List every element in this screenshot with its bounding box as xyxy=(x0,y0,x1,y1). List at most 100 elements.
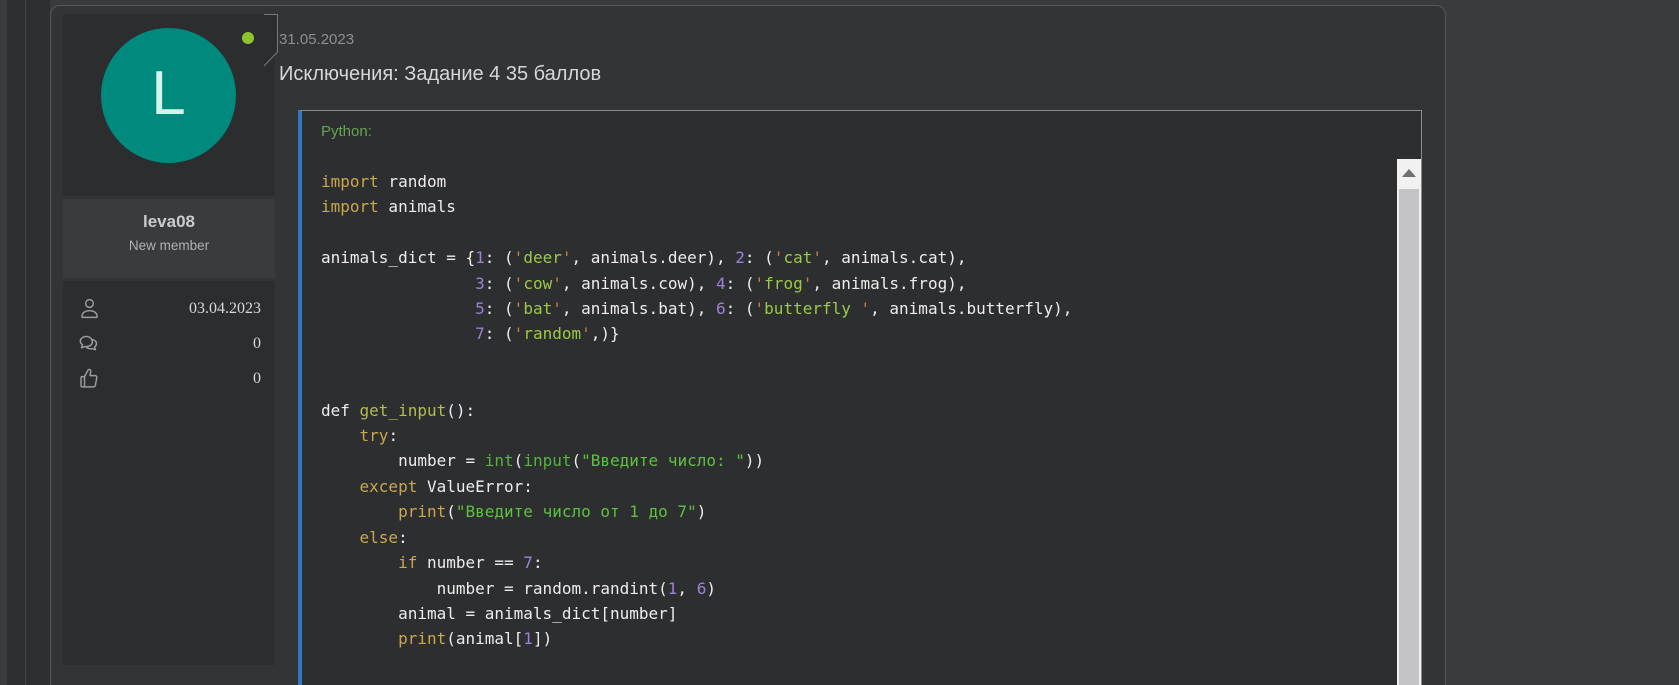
code-token: deer xyxy=(523,248,562,267)
code-token: except xyxy=(360,477,418,496)
code-line: print(animal[1]) xyxy=(321,626,1396,651)
code-token: ' xyxy=(581,324,591,343)
code-token: import xyxy=(321,197,379,216)
code-token: butterfly xyxy=(764,299,860,318)
scrollbar-up-button[interactable] xyxy=(1397,159,1421,187)
code-token xyxy=(321,629,398,648)
code-token xyxy=(321,299,475,318)
code-token: print xyxy=(398,502,446,521)
code-token: ) xyxy=(706,579,716,598)
code-token xyxy=(321,274,475,293)
code-token: 7 xyxy=(475,324,485,343)
user-sidebar: L leva08 New member 03.04.2023 0 xyxy=(63,14,275,665)
code-token xyxy=(321,426,360,445)
messages-count-row: 0 xyxy=(77,326,261,361)
code-token: , animals.cow), xyxy=(562,274,716,293)
code-token: , animals.deer), xyxy=(571,248,735,267)
code-token: 6 xyxy=(716,299,726,318)
code-token: cat xyxy=(783,248,812,267)
code-token: ( xyxy=(514,451,524,470)
code-token: 3 xyxy=(475,274,485,293)
code-token xyxy=(321,324,475,343)
code-token: get_input xyxy=(360,401,447,420)
code-token: : xyxy=(388,426,398,445)
code-token: 1 xyxy=(523,629,533,648)
code-token: ' xyxy=(514,274,524,293)
code-token: ' xyxy=(812,248,822,267)
user-stats-block: 03.04.2023 0 0 xyxy=(63,281,275,665)
code-token: : ( xyxy=(485,274,514,293)
code-token: ' xyxy=(861,299,871,318)
code-line xyxy=(321,347,1396,372)
code-token: : ( xyxy=(745,248,774,267)
code-scroll-area: import randomimport animals animals_dict… xyxy=(302,159,1396,685)
code-token: animal = animals_dict[number] xyxy=(321,604,677,623)
code-language-label: Python: xyxy=(321,123,1421,140)
likes-icon xyxy=(77,366,102,391)
code-token: ' xyxy=(552,274,562,293)
code-line: print("Введите число от 1 до 7") xyxy=(321,499,1396,524)
code-line: animals_dict = {1: ('deer', animals.deer… xyxy=(321,245,1396,270)
likes-count-value: 0 xyxy=(253,370,261,388)
code-token: frog xyxy=(764,274,803,293)
code-token xyxy=(321,502,398,521)
code-token: random xyxy=(523,324,581,343)
code-scrollbar[interactable] xyxy=(1397,159,1421,685)
code-token: 1 xyxy=(475,248,485,267)
code-token: int xyxy=(485,451,514,470)
code-token: : ( xyxy=(485,248,514,267)
code-token: input xyxy=(523,451,571,470)
scrollbar-thumb[interactable] xyxy=(1399,189,1419,685)
code-token: random xyxy=(379,172,446,191)
messages-count-value: 0 xyxy=(253,335,261,353)
code-token: import xyxy=(321,172,379,191)
code-token: animals_dict = { xyxy=(321,248,475,267)
joined-date-value: 03.04.2023 xyxy=(189,300,261,318)
code-line xyxy=(321,372,1396,397)
code-line: def get_input(): xyxy=(321,398,1396,423)
username-block: leva08 New member xyxy=(63,199,275,278)
code-token: try xyxy=(360,426,389,445)
code-token: : xyxy=(533,553,543,572)
code-line xyxy=(321,220,1396,245)
joined-date-row: 03.04.2023 xyxy=(77,291,261,326)
post-date[interactable]: 31.05.2023 xyxy=(279,31,354,48)
likes-count-row: 0 xyxy=(77,361,261,396)
post-title: Исключения: Задание 4 35 баллов xyxy=(279,63,601,86)
code-token: ( xyxy=(571,451,581,470)
code-token: ]) xyxy=(533,629,552,648)
code-token: number = xyxy=(321,451,485,470)
code-token: , animals.butterfly), xyxy=(870,299,1072,318)
code-token: 4 xyxy=(716,274,726,293)
code-content: import randomimport animals animals_dict… xyxy=(321,169,1396,652)
code-token: ' xyxy=(552,299,562,318)
code-token: ' xyxy=(514,248,524,267)
code-token: : ( xyxy=(726,274,755,293)
online-status-dot xyxy=(242,32,254,44)
code-token xyxy=(321,477,360,496)
code-token: (): xyxy=(446,401,475,420)
code-token: ' xyxy=(755,274,765,293)
code-token: ,)} xyxy=(591,324,620,343)
code-token xyxy=(321,553,398,572)
code-token: 7 xyxy=(523,553,533,572)
code-token: ' xyxy=(514,299,524,318)
code-line: 3: ('cow', animals.cow), 4: ('frog', ani… xyxy=(321,271,1396,296)
code-token: ) xyxy=(697,502,707,521)
user-role-label: New member xyxy=(63,238,275,253)
code-line: except ValueError: xyxy=(321,474,1396,499)
code-token: number = random.randint( xyxy=(321,579,668,598)
code-token: , animals.cat), xyxy=(822,248,967,267)
user-icon xyxy=(77,296,102,321)
code-line: 7: ('random',)} xyxy=(321,321,1396,346)
page-left-gutter xyxy=(7,0,50,685)
code-token: ' xyxy=(803,274,813,293)
code-token: else xyxy=(360,528,399,547)
code-token: 6 xyxy=(697,579,707,598)
username-link[interactable]: leva08 xyxy=(63,212,275,232)
code-line: number = int(input("Введите число: ")) xyxy=(321,448,1396,473)
avatar[interactable]: L xyxy=(101,28,236,163)
code-token xyxy=(321,528,360,547)
code-token: : xyxy=(398,528,408,547)
code-block: Python: import randomimport animals anim… xyxy=(298,110,1422,685)
